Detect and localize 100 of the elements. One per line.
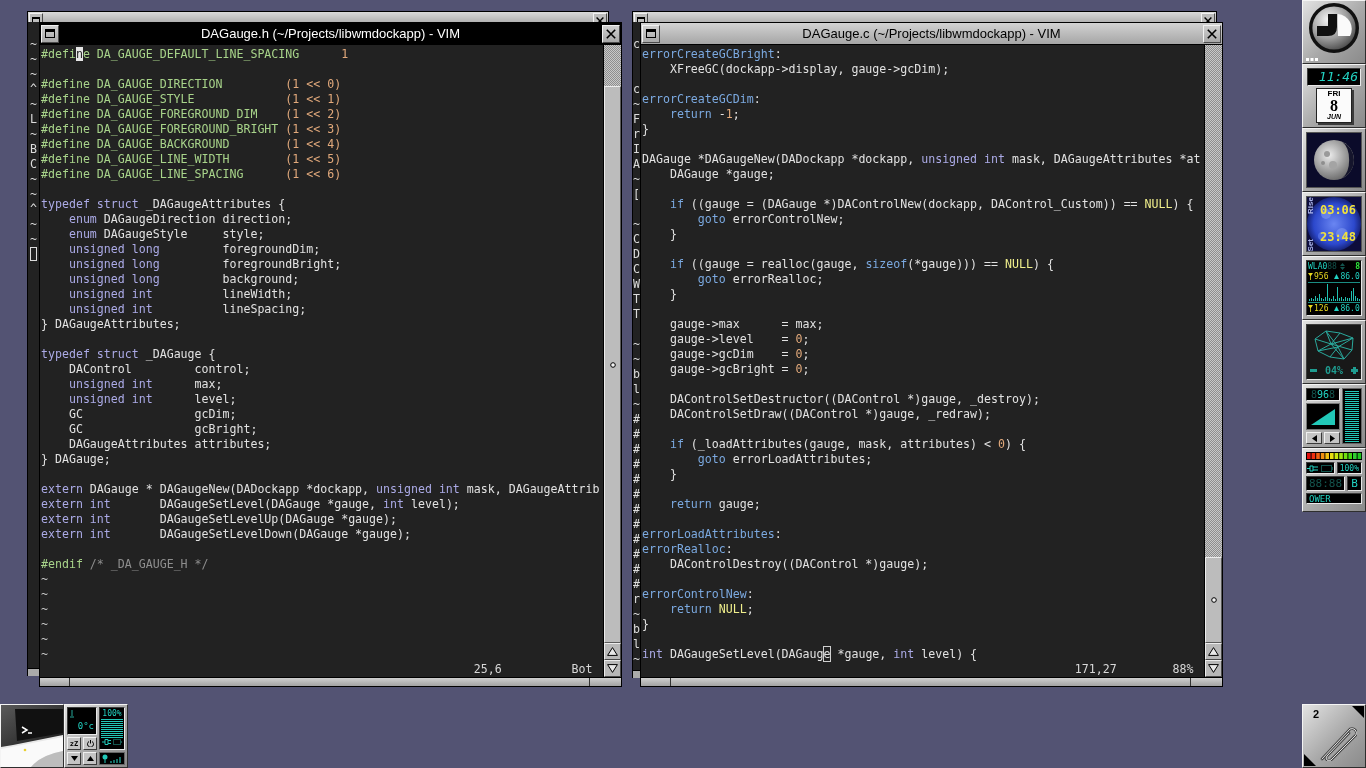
previous-button[interactable] bbox=[1306, 432, 1322, 444]
code-line: errorCreateGCDim: bbox=[642, 92, 761, 107]
next-button[interactable] bbox=[1324, 432, 1340, 444]
scroll-position: 88% bbox=[1172, 662, 1194, 677]
battery-tile[interactable]: 100% 88:88 B OWER bbox=[1302, 448, 1366, 512]
minimize-button[interactable] bbox=[642, 24, 660, 43]
ellipsis-icon bbox=[1306, 58, 1318, 61]
close-icon bbox=[1207, 28, 1217, 39]
logo-tile[interactable] bbox=[1302, 0, 1366, 64]
previous-workspace-icon[interactable] bbox=[1304, 754, 1316, 766]
network-tile[interactable]: 04% bbox=[1302, 320, 1366, 384]
filler-line: ~ bbox=[41, 602, 48, 617]
resize-bar[interactable] bbox=[28, 668, 39, 676]
text-fragment: # bbox=[633, 442, 640, 457]
scrollbar-thumb[interactable] bbox=[604, 86, 621, 643]
scrollbar[interactable] bbox=[603, 45, 621, 677]
code-line: errorLoadAttributes: bbox=[642, 527, 782, 542]
up-button[interactable] bbox=[83, 752, 97, 765]
text-fragment: I bbox=[633, 142, 640, 157]
down-button[interactable] bbox=[67, 752, 81, 765]
moon-tile[interactable] bbox=[1302, 128, 1366, 192]
text-fragment: b bbox=[633, 367, 640, 382]
next-workspace-icon[interactable] bbox=[1352, 706, 1364, 718]
reading-value: 86.0 bbox=[1340, 304, 1360, 313]
resize-bar[interactable] bbox=[40, 677, 621, 686]
terminal-tile[interactable] bbox=[0, 704, 64, 768]
workspace-number: 2 bbox=[1313, 708, 1320, 720]
code-line: } bbox=[668, 467, 677, 482]
text-fragment: ~ bbox=[30, 67, 37, 82]
mixer-tile[interactable]: 8968 bbox=[1302, 384, 1366, 448]
right-arrow-icon bbox=[1329, 434, 1335, 442]
reading-value: 86.0 bbox=[1340, 272, 1360, 281]
scroll-position: Bot bbox=[571, 662, 593, 677]
thermometer-icon bbox=[70, 710, 74, 718]
scroll-up-button[interactable] bbox=[604, 643, 621, 660]
up-arrow-icon bbox=[607, 647, 618, 656]
code-line: unsigned int max; bbox=[67, 377, 223, 392]
scroll-up-button[interactable] bbox=[1205, 643, 1222, 660]
code-line: unsigned int level; bbox=[67, 392, 237, 407]
close-button[interactable] bbox=[1203, 24, 1221, 43]
text-fragment: # bbox=[633, 472, 640, 487]
filler-line: ~ bbox=[41, 572, 48, 587]
text-fragment: A bbox=[633, 157, 640, 172]
text-fragment: r bbox=[633, 127, 640, 142]
down-arrow-icon bbox=[70, 756, 78, 761]
code-line: GC gcBright; bbox=[67, 422, 258, 437]
text-fragment: B bbox=[30, 142, 37, 157]
scroll-down-button[interactable] bbox=[604, 660, 621, 677]
resize-bar[interactable] bbox=[641, 677, 1222, 686]
arrows-icon bbox=[1339, 263, 1345, 270]
power-button[interactable] bbox=[83, 737, 97, 750]
code-line: gauge->gcDim = 0; bbox=[668, 347, 810, 362]
code-line: return -1; bbox=[668, 107, 740, 122]
sun-tile[interactable]: Rise Set 03:06 23:48 bbox=[1302, 192, 1366, 256]
text-fragment: # bbox=[633, 412, 640, 427]
close-button[interactable] bbox=[602, 24, 620, 43]
scrollbar[interactable] bbox=[1204, 45, 1222, 677]
code-line: GC gcDim; bbox=[67, 407, 237, 422]
code-line: extern DAGauge * DAGaugeNew(DADockapp *dockapp, unsigned int mask, DAGaugeAttrib bbox=[41, 482, 600, 497]
text-fragment: ~ bbox=[633, 172, 640, 187]
minimize-button[interactable] bbox=[41, 24, 59, 43]
resize-bar[interactable] bbox=[633, 670, 640, 678]
sun-image bbox=[1306, 196, 1362, 252]
filler-line: ~ bbox=[41, 632, 48, 647]
text-fragment: C bbox=[30, 157, 37, 172]
level-bars-icon bbox=[1342, 388, 1362, 444]
traffic-graph bbox=[1308, 284, 1360, 301]
message-display: OWER bbox=[1306, 493, 1362, 504]
code-line: #define DA_GAUGE_DEFAULT_LINE_SPACING 1 bbox=[41, 47, 349, 62]
wireless-tile[interactable]: WLA088 8 956 86.0 126 86.0 bbox=[1302, 256, 1366, 320]
code-line: } bbox=[642, 122, 649, 137]
quality-digit: 8 bbox=[1355, 262, 1360, 271]
text-fragment: ~ bbox=[633, 352, 640, 367]
text-fragment: # bbox=[633, 487, 640, 502]
volume-display: 8968 bbox=[1306, 388, 1340, 401]
code-line: errorControlNew: bbox=[642, 587, 754, 602]
text-fragment: C bbox=[633, 262, 640, 277]
workspace-clip[interactable]: 2 bbox=[1302, 704, 1366, 768]
code-line: gauge->max = max; bbox=[668, 317, 824, 332]
code-line: #define DA_GAUGE_DIRECTION (1 << 0) bbox=[41, 77, 342, 92]
cursor-position: 171,27 bbox=[1074, 662, 1117, 677]
down-arrow-icon bbox=[1208, 664, 1219, 673]
charge-percentage: 100% bbox=[102, 709, 122, 718]
charge-bar-icon bbox=[1306, 452, 1362, 460]
code-line: if (_loadAttributes(gauge, mask, attributes) < 0) { bbox=[668, 437, 1026, 452]
text-fragment: # bbox=[633, 457, 640, 472]
grip-dot-icon bbox=[1210, 597, 1217, 604]
code-line: gauge->gcBright = 0; bbox=[668, 362, 810, 377]
code-line: extern int DAGaugeSetLevelDown(DAGauge *gauge); bbox=[41, 527, 411, 542]
text-fragment: b bbox=[633, 622, 640, 637]
text-fragment: # bbox=[633, 577, 640, 592]
text-fragment: W bbox=[633, 277, 640, 292]
text-fragment: l bbox=[633, 382, 640, 397]
code-line: extern int DAGaugeSetLevel(DAGauge *gauge, int level); bbox=[41, 497, 460, 512]
scrollbar-thumb[interactable] bbox=[1205, 557, 1222, 643]
text-fragment: T bbox=[633, 307, 640, 322]
weekday-label: FRI bbox=[1327, 89, 1341, 98]
code-line: } bbox=[668, 227, 677, 242]
code-line: unsigned int lineSpacing; bbox=[67, 302, 307, 317]
scroll-down-button[interactable] bbox=[1205, 660, 1222, 677]
